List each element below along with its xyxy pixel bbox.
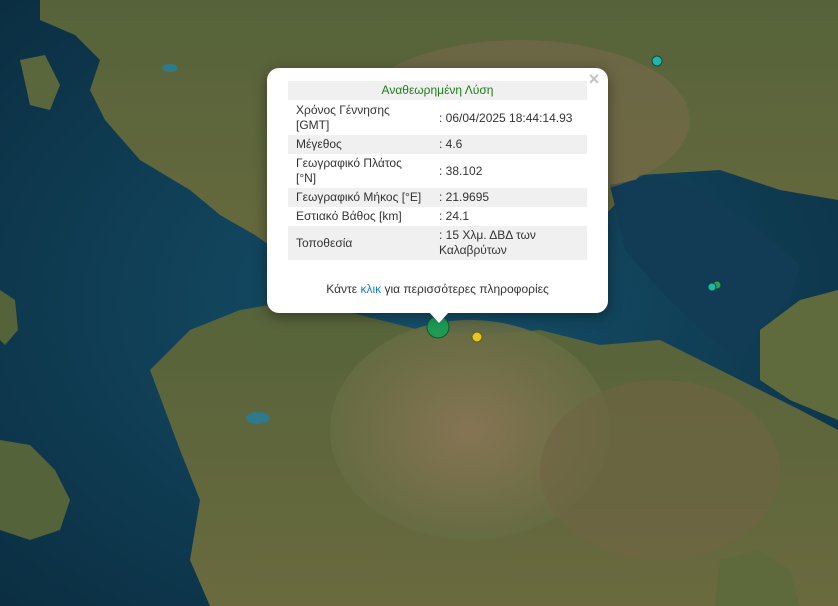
info-key: Γεωγραφικό Μήκος [°E] — [296, 190, 422, 204]
popup-tip — [429, 312, 449, 323]
info-row-depth: Εστιακό Βάθος [km] : 24.1 — [288, 207, 587, 226]
quake-marker-cyan-east[interactable] — [707, 282, 717, 292]
mountains-east — [540, 380, 780, 560]
more-info-prefix: Κάντε — [326, 282, 358, 296]
info-value: : 15 Χλμ. ΔΒΔ των Καλαβρύτων — [439, 228, 536, 257]
lake-1 — [246, 412, 270, 424]
info-row-magnitude: Μέγεθος : 4.6 — [288, 135, 587, 154]
more-info-link[interactable]: κλικ — [360, 282, 381, 296]
info-key: Γεωγραφικό Πλάτος [°N] — [296, 156, 402, 185]
more-info-suffix: για περισσότερες πληροφορίες — [384, 282, 549, 296]
info-row-origin-time: Χρόνος Γέννησης [GMT] : 06/04/2025 18:44… — [288, 101, 587, 135]
more-info-line: Κάντε κλικ για περισσότερες πληροφορίες — [288, 282, 587, 296]
info-value: : 38.102 — [439, 163, 483, 178]
info-key: Μέγεθος — [296, 137, 342, 151]
info-row-latitude: Γεωγραφικό Πλάτος [°N] : 38.102 — [288, 154, 587, 188]
lake-2 — [162, 64, 178, 72]
info-value: : 4.6 — [439, 137, 463, 151]
info-row-longitude: Γεωγραφικό Μήκος [°E] : 21.9695 — [288, 188, 587, 207]
quake-marker-yellow[interactable] — [471, 331, 483, 343]
info-value: : 24.1 — [439, 209, 470, 223]
quake-marker-cyan-north[interactable] — [651, 55, 663, 67]
popup-title: Αναθεωρημένη Λύση — [288, 81, 587, 100]
earthquake-info-popup: × Αναθεωρημένη Λύση Χρόνος Γέννησης [GMT… — [267, 68, 608, 313]
info-key: Εστιακό Βάθος [km] — [296, 209, 402, 223]
info-row-location: Τοποθεσία : 15 Χλμ. ΔΒΔ των Καλαβρύτων — [288, 226, 587, 260]
info-key: Χρόνος Γέννησης [GMT] — [296, 103, 390, 132]
info-value: : 06/04/2025 18:44:14.93 — [439, 110, 573, 125]
close-icon[interactable]: × — [586, 70, 602, 88]
quake-info-table: Χρόνος Γέννησης [GMT] : 06/04/2025 18:44… — [288, 101, 587, 260]
info-value: : 21.9695 — [439, 190, 490, 204]
info-key: Τοποθεσία — [296, 235, 353, 250]
